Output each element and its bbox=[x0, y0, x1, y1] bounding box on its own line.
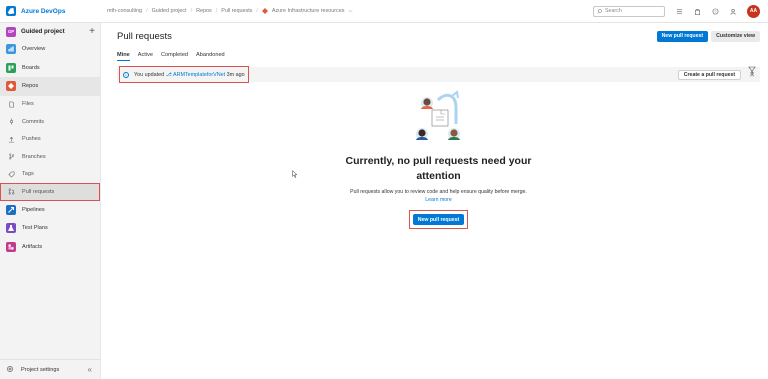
project-settings-label: Project settings bbox=[21, 366, 60, 373]
page-title: Pull requests bbox=[117, 30, 172, 42]
info-icon: i bbox=[123, 71, 129, 78]
avatar[interactable]: AA bbox=[747, 4, 760, 18]
search-placeholder: Search bbox=[605, 8, 622, 14]
sidebar-item-files[interactable]: Files bbox=[0, 96, 100, 114]
sidebar-item-branches[interactable]: Branches bbox=[0, 148, 100, 166]
breadcrumb: mth-consulting / Guided project / Repos … bbox=[107, 7, 353, 15]
overview-icon bbox=[6, 44, 16, 55]
artifacts-icon bbox=[6, 241, 16, 252]
sidebar-item-overview[interactable]: Overview bbox=[0, 40, 100, 59]
sidebar-item-label: Branches bbox=[22, 153, 46, 160]
breadcrumb-project[interactable]: Guided project bbox=[152, 8, 187, 14]
branch-update-banner: i You updated ⎇ ARMTemplateforVNet 3m ag… bbox=[117, 66, 760, 83]
sidebar: GP Guided project + Overview Boards Repo… bbox=[0, 23, 101, 379]
file-icon bbox=[6, 100, 16, 109]
project-settings[interactable]: Project settings « bbox=[0, 359, 100, 379]
pull-request-illustration-icon bbox=[415, 90, 460, 140]
sidebar-item-label: Pull requests bbox=[22, 188, 55, 195]
topbar-actions: Search ? AA bbox=[593, 4, 768, 18]
marketplace-bag-icon[interactable] bbox=[693, 7, 701, 15]
sidebar-item-test-plans[interactable]: Test Plans bbox=[0, 219, 100, 238]
tag-icon bbox=[6, 170, 16, 179]
brand-name: Azure DevOps bbox=[21, 7, 66, 15]
banner-prefix: You updated bbox=[134, 71, 166, 78]
collapse-sidebar-icon[interactable]: « bbox=[88, 365, 100, 374]
new-pull-request-button[interactable]: New pull request bbox=[656, 30, 709, 42]
page-header: Pull requests New pull request Customize… bbox=[117, 30, 760, 42]
sidebar-item-label: Artifacts bbox=[22, 243, 43, 250]
breadcrumb-pull-requests[interactable]: Pull requests bbox=[221, 8, 252, 14]
user-settings-icon[interactable] bbox=[729, 7, 737, 15]
chevron-down-icon[interactable]: ⌵ bbox=[348, 8, 352, 15]
branch-icon bbox=[6, 152, 16, 161]
tab-active[interactable]: Active bbox=[138, 52, 153, 60]
tab-completed[interactable]: Completed bbox=[161, 52, 188, 60]
svg-text:?: ? bbox=[714, 9, 716, 13]
customize-view-button[interactable]: Customize view bbox=[711, 30, 760, 42]
repo-icon bbox=[261, 8, 268, 14]
tab-mine[interactable]: Mine bbox=[117, 52, 130, 61]
azure-devops-logo-icon bbox=[6, 6, 16, 16]
banner-suffix: 3m ago bbox=[226, 71, 245, 78]
breadcrumb-repo[interactable]: Azure Infrastructure resources bbox=[272, 8, 345, 14]
app-window: Azure DevOps mth-consulting / Guided pro… bbox=[0, 0, 768, 379]
sidebar-item-boards[interactable]: Boards bbox=[0, 59, 100, 78]
pull-request-icon bbox=[6, 187, 16, 196]
help-icon[interactable]: ? bbox=[711, 7, 719, 15]
sidebar-item-artifacts[interactable]: Artifacts bbox=[0, 238, 100, 257]
add-icon[interactable]: + bbox=[89, 26, 100, 37]
learn-more-link[interactable]: Learn more bbox=[425, 197, 452, 203]
sidebar-item-repos[interactable]: Repos bbox=[0, 77, 100, 96]
filter-icon[interactable] bbox=[748, 66, 756, 74]
brand[interactable]: Azure DevOps bbox=[0, 0, 101, 22]
main-content: Pull requests New pull request Customize… bbox=[101, 23, 768, 379]
sidebar-item-label: Tags bbox=[22, 171, 34, 178]
empty-state-description: Pull requests allow you to review code a… bbox=[350, 189, 527, 203]
gear-icon bbox=[6, 365, 15, 374]
project-name: Guided project bbox=[21, 28, 65, 35]
test-plans-icon bbox=[6, 223, 16, 234]
top-bar: Azure DevOps mth-consulting / Guided pro… bbox=[0, 0, 768, 23]
sidebar-item-label: Pushes bbox=[22, 136, 41, 143]
branch-update-message: i You updated ⎇ ARMTemplateforVNet 3m ag… bbox=[119, 66, 249, 83]
commit-icon bbox=[6, 117, 16, 126]
project-badge: GP bbox=[6, 26, 16, 37]
boards-icon bbox=[6, 62, 16, 73]
branch-link[interactable]: ⎇ ARMTemplateforVNet bbox=[166, 72, 226, 78]
empty-state-title: Currently, no pull requests need your at… bbox=[345, 155, 532, 182]
empty-state-action: New pull request bbox=[408, 210, 469, 229]
breadcrumb-org[interactable]: mth-consulting bbox=[107, 8, 142, 14]
search-icon bbox=[597, 8, 602, 14]
sidebar-item-pull-requests[interactable]: Pull requests bbox=[0, 183, 100, 201]
create-pull-request-button[interactable]: Create a pull request bbox=[677, 69, 742, 80]
pipelines-icon bbox=[6, 204, 16, 215]
sidebar-item-label: Files bbox=[22, 101, 34, 108]
sidebar-item-commits[interactable]: Commits bbox=[0, 113, 100, 131]
search-input[interactable]: Search bbox=[593, 5, 665, 17]
mouse-cursor-icon bbox=[292, 170, 298, 178]
sidebar-item-pipelines[interactable]: Pipelines bbox=[0, 201, 100, 220]
sidebar-item-label: Pipelines bbox=[22, 206, 45, 213]
repos-icon bbox=[6, 81, 16, 92]
project-header[interactable]: GP Guided project + bbox=[0, 23, 100, 40]
settings-list-icon[interactable] bbox=[675, 7, 683, 15]
breadcrumb-repos[interactable]: Repos bbox=[196, 8, 212, 14]
push-icon bbox=[6, 135, 16, 144]
sidebar-item-label: Boards bbox=[22, 64, 40, 71]
empty-state: Currently, no pull requests need your at… bbox=[117, 88, 760, 229]
tab-bar: Mine Active Completed Abandoned bbox=[117, 49, 760, 61]
tab-abandoned[interactable]: Abandoned bbox=[196, 52, 225, 60]
empty-new-pull-request-button[interactable]: New pull request bbox=[412, 214, 465, 225]
sidebar-item-label: Commits bbox=[22, 118, 45, 125]
sidebar-item-label: Overview bbox=[22, 46, 46, 53]
sidebar-item-pushes[interactable]: Pushes bbox=[0, 131, 100, 149]
sidebar-item-label: Test Plans bbox=[22, 225, 48, 232]
sidebar-item-label: Repos bbox=[22, 83, 39, 90]
sidebar-item-tags[interactable]: Tags bbox=[0, 166, 100, 184]
